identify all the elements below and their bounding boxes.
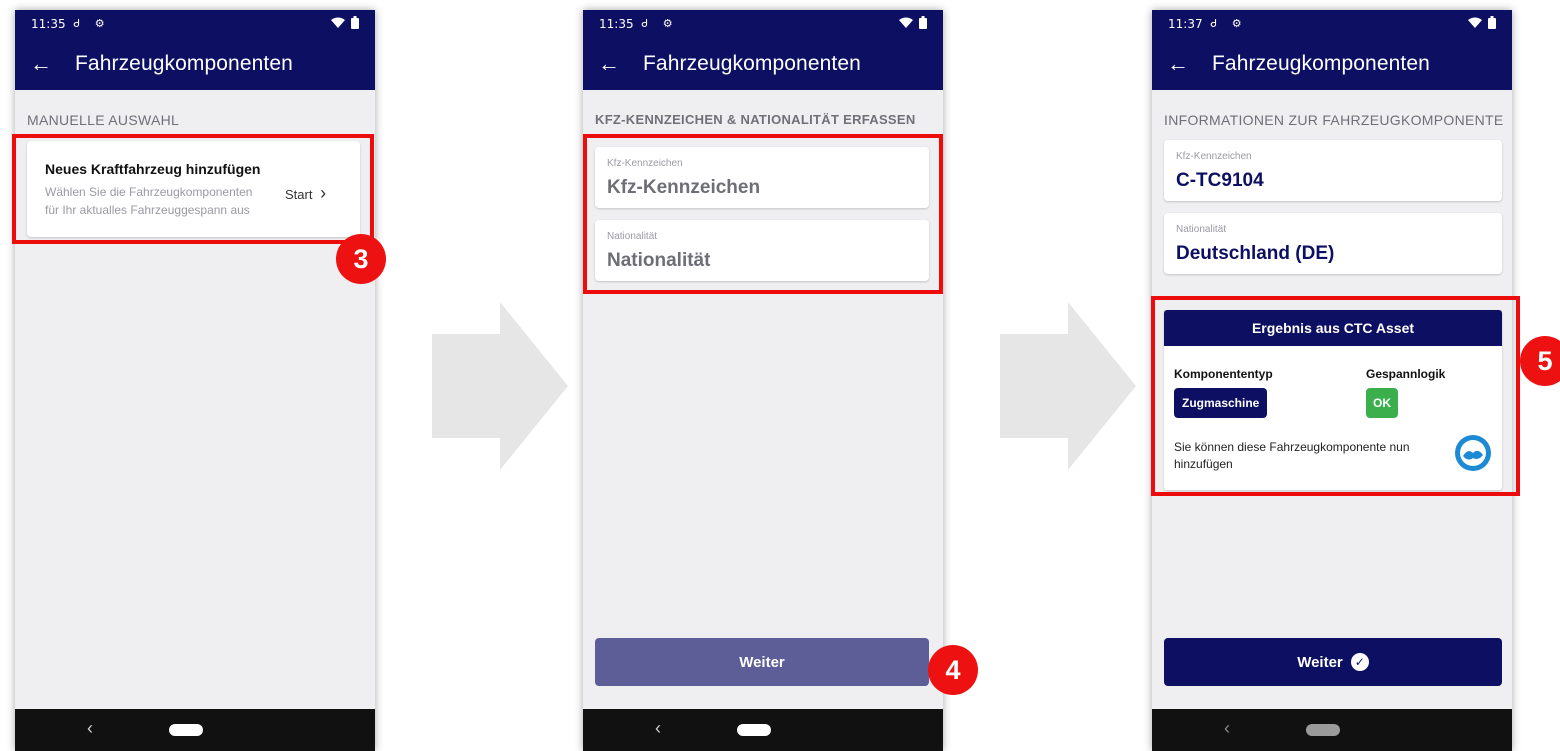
nav-home-icon[interactable]: [1306, 724, 1340, 736]
app-bar: ← Fahrzeugkomponenten: [1152, 38, 1512, 90]
status-bar: 11:35 Ꮷ ⚙: [15, 10, 375, 38]
wifi-icon: [331, 17, 345, 32]
android-nav-bar: ‹: [15, 709, 375, 751]
nav-back-icon[interactable]: ‹: [1224, 718, 1230, 739]
status-time: 11:35: [31, 17, 66, 31]
page-title: Fahrzeugkomponenten: [643, 52, 861, 75]
continue-label: Weiter: [739, 653, 785, 671]
nationality-label: Nationalität: [1176, 224, 1227, 235]
back-arrow-icon[interactable]: ←: [17, 51, 65, 77]
plate-field[interactable]: Kfz-Kennzeichen C-TC9104: [1164, 140, 1502, 201]
section-title: INFORMATIONEN ZUR FAHRZEUGKOMPONENTE: [1164, 112, 1504, 128]
nav-back-icon[interactable]: ‹: [87, 718, 93, 739]
nav-home-icon[interactable]: [737, 724, 771, 736]
status-bar: 11:35 Ꮷ ⚙: [583, 10, 943, 38]
check-circle-icon: ✓: [1350, 653, 1369, 671]
highlight-box-5: [1151, 296, 1520, 496]
section-title: KFZ-KENNZEICHEN & NATIONALITÄT ERFASSEN: [595, 112, 916, 127]
android-nav-bar: ‹: [583, 709, 943, 751]
app-bar: ← Fahrzeugkomponenten: [15, 38, 375, 90]
step-arrow-1: [432, 302, 568, 470]
step-badge-3: 3: [336, 234, 386, 284]
section-title: MANUELLE AUSWAHL: [27, 112, 180, 128]
status-icons: Ꮷ ⚙: [1210, 18, 1248, 30]
wifi-icon: [899, 17, 913, 32]
nav-back-icon[interactable]: ‹: [655, 718, 661, 739]
plate-label: Kfz-Kennzeichen: [1176, 151, 1252, 162]
highlight-box-4: [583, 134, 943, 294]
status-icons: Ꮷ ⚙: [73, 18, 111, 30]
phone-screen-2: 11:35 Ꮷ ⚙ ← Fahrzeugkomponenten KFZ-KENN…: [583, 10, 943, 751]
continue-label: Weiter: [1297, 653, 1343, 671]
status-bar: 11:37 Ꮷ ⚙: [1152, 10, 1512, 38]
nationality-value: Deutschland (DE): [1176, 243, 1335, 264]
nationality-field[interactable]: Nationalität Deutschland (DE): [1164, 213, 1502, 274]
back-arrow-icon[interactable]: ←: [585, 51, 633, 77]
status-time: 11:37: [1168, 17, 1203, 31]
plate-value: C-TC9104: [1176, 170, 1264, 191]
battery-icon: [351, 16, 359, 32]
battery-icon: [919, 16, 927, 32]
page-title: Fahrzeugkomponenten: [75, 52, 293, 75]
app-bar: ← Fahrzeugkomponenten: [583, 38, 943, 90]
battery-icon: [1488, 16, 1496, 32]
continue-button[interactable]: Weiter ✓: [1164, 638, 1502, 686]
back-arrow-icon[interactable]: ←: [1154, 51, 1202, 77]
highlight-box-3: [12, 134, 374, 244]
status-icons: Ꮷ ⚙: [641, 18, 679, 30]
step-arrow-2: [1000, 302, 1136, 470]
phone-screen-1: 11:35 Ꮷ ⚙ ← Fahrzeugkomponenten MANUELLE…: [15, 10, 375, 751]
step-badge-4: 4: [928, 645, 978, 695]
continue-button[interactable]: Weiter: [595, 638, 929, 686]
wifi-icon: [1468, 17, 1482, 32]
status-time: 11:35: [599, 17, 634, 31]
page-title: Fahrzeugkomponenten: [1212, 52, 1430, 75]
android-nav-bar: ‹: [1152, 709, 1512, 751]
nav-home-icon[interactable]: [169, 724, 203, 736]
step-badge-5: 5: [1520, 336, 1560, 386]
